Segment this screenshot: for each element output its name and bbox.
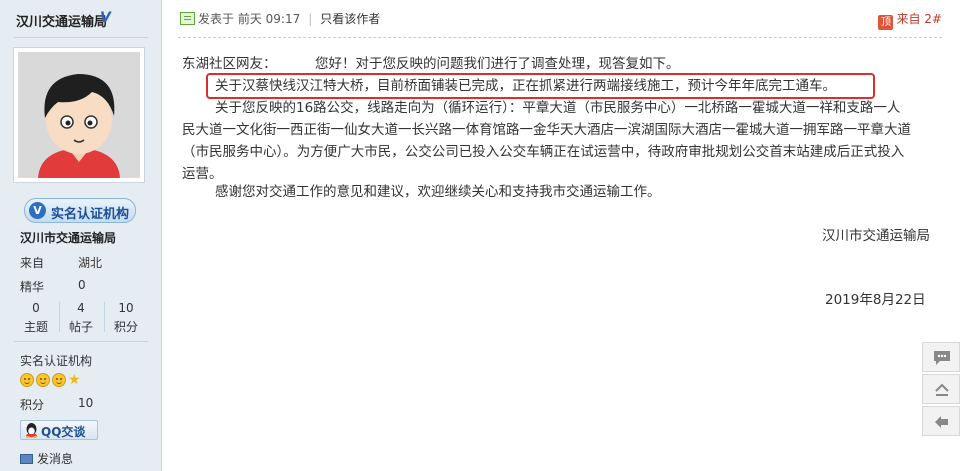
quick-reply-button[interactable] — [922, 342, 960, 372]
sidebar-divider — [14, 37, 148, 38]
stat-topics-count: 0 — [32, 301, 40, 315]
user-group-label[interactable]: 实名认证机构 — [20, 352, 92, 369]
post-status-icon — [180, 12, 195, 25]
verified-icon: V — [100, 10, 111, 26]
smiley-icon — [52, 373, 66, 387]
sidebar-divider — [14, 341, 148, 342]
jinghua-label: 精华 — [20, 280, 45, 294]
send-message-link[interactable]: 发消息 — [20, 450, 73, 467]
points-value: 10 — [78, 396, 94, 410]
para2-line2: 民大道一文化街一西正街一仙女大道一长兴路一体育馆路一金华天大酒店一滨湖国际大酒店… — [182, 122, 911, 138]
from-label: 来自 — [20, 256, 45, 270]
return-list-button[interactable] — [922, 406, 960, 436]
para2-line3: （市民服务中心）。为方便广大市民，公交公司已投入公交车辆正在试运营中，待政府审批… — [182, 144, 905, 160]
envelope-icon — [20, 454, 33, 464]
highlight-box — [206, 73, 875, 99]
posted-prefix: 发表于 — [198, 12, 235, 26]
jinghua-value: 0 — [78, 278, 86, 292]
org-name: 汉川市交通运输局 — [20, 231, 117, 245]
smiley-icon — [36, 373, 50, 387]
thanks-paragraph: 感谢您对交通工作的意见和建议，欢迎继续关心和支持我市交通运输工作。 — [215, 184, 661, 200]
meta-separator: | — [308, 12, 313, 26]
qq-chat-button[interactable]: QQ交谈 — [20, 420, 98, 440]
return-list-icon — [935, 416, 948, 428]
post-divider — [178, 37, 942, 38]
points-label: 积分 — [20, 398, 45, 412]
stat-topics-label: 主题 — [23, 320, 48, 334]
from-value: 湖北 — [78, 256, 103, 270]
comment-icon — [934, 351, 950, 365]
floor-info: 顶来自 2# — [878, 10, 942, 30]
stat-topics[interactable]: 0 主题 — [14, 298, 58, 335]
stat-points-count: 10 — [118, 301, 134, 315]
reply-date: 2019年8月22日 — [825, 292, 926, 308]
qq-penguin-icon — [26, 423, 37, 438]
qq-chat-label: QQ交谈 — [41, 425, 86, 439]
verified-org-badge[interactable]: V 实名认证机构 — [24, 198, 136, 223]
avatar-image — [18, 52, 140, 178]
stat-posts[interactable]: 4 帖子 — [59, 298, 103, 335]
avatar[interactable] — [13, 47, 145, 183]
stat-points[interactable]: 10 积分 — [104, 298, 148, 335]
posted-time: 前天 09:17 — [237, 12, 301, 26]
top-post-icon[interactable]: 顶 — [878, 15, 894, 30]
post-meta: 发表于 前天 09:17 | 只看该作者 — [180, 10, 380, 27]
stat-posts-label: 帖子 — [68, 320, 93, 334]
star-icon: ★ — [68, 372, 81, 388]
author-username[interactable]: 汉川交通运输局 — [16, 11, 107, 30]
greeting-text: 您好！对于您反映的问题我们进行了调查处理，现答复如下。 — [315, 56, 680, 72]
author-stats: 0 主题 4 帖子 10 积分 — [14, 298, 148, 338]
stat-posts-count: 4 — [77, 301, 85, 315]
back-to-top-icon — [935, 383, 949, 396]
back-to-top-button[interactable] — [922, 374, 960, 404]
verified-v-icon: V — [29, 202, 46, 219]
para2-line1: 关于您反映的16路公交，线路走向为（循环运行）：平章大道（市民服务中心）一北桥路… — [215, 100, 901, 116]
stat-points-label: 积分 — [113, 320, 138, 334]
smiley-icon — [20, 373, 34, 387]
verified-org-badge-label: 实名认证机构 — [51, 207, 130, 222]
only-author-link[interactable]: 只看该作者 — [320, 12, 380, 26]
rank-icons: ★ — [20, 372, 81, 390]
greeting: 东湖社区网友： — [182, 56, 277, 72]
signature: 汉川市交通运输局 — [822, 228, 930, 244]
author-sidebar: 汉川交通运输局 V V 实名认证机构 汉川市交通运输局 来自 湖北 精华 0 0… — [0, 0, 162, 471]
floor-number[interactable]: 来自 2# — [896, 12, 942, 26]
send-message-label: 发消息 — [37, 452, 74, 466]
